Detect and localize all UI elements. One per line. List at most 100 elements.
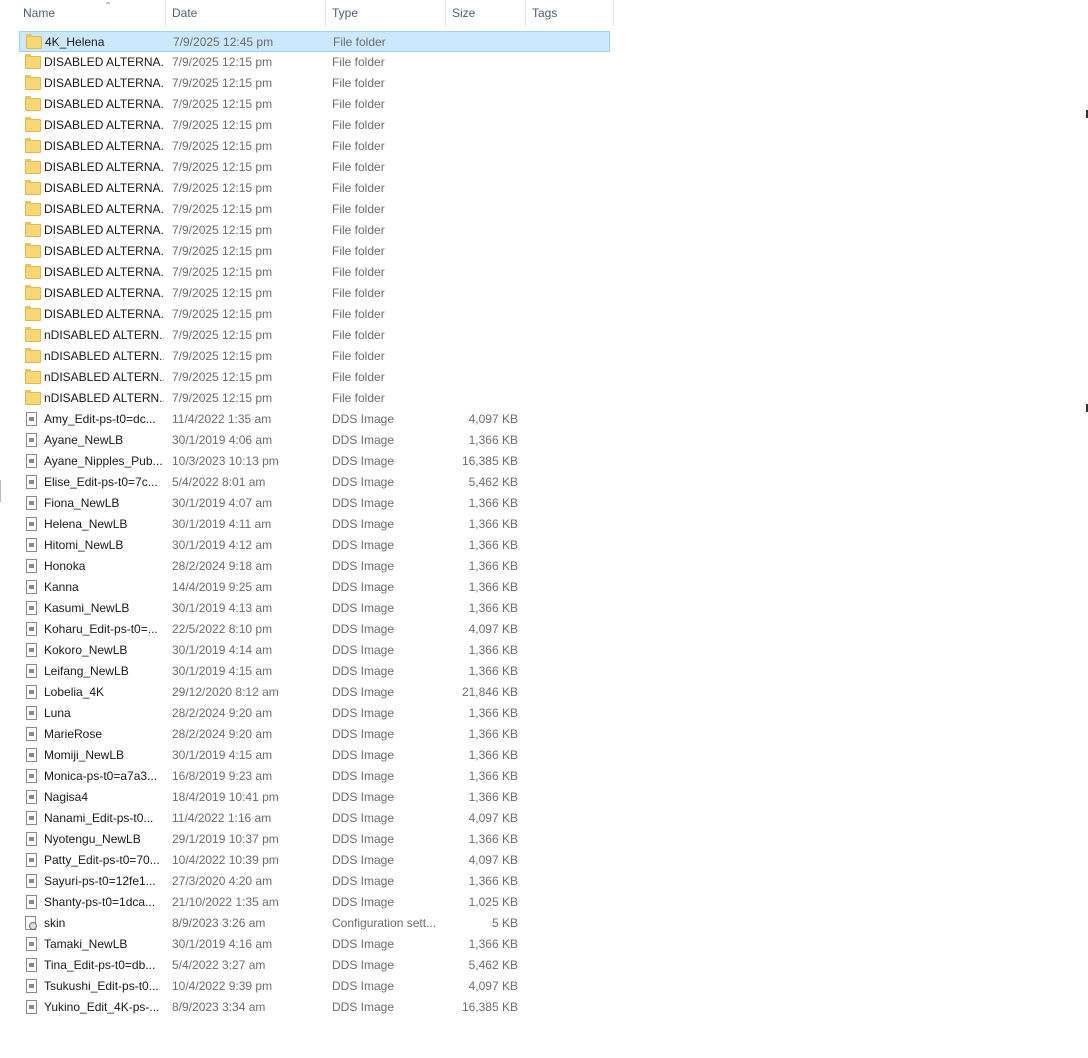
file-size: 1,366 KB	[468, 748, 518, 762]
file-date: 14/4/2019 9:25 am	[172, 580, 273, 594]
file-type: DDS Image	[332, 412, 395, 426]
file-name: Luna	[44, 706, 71, 720]
file-name: Honoka	[44, 559, 86, 573]
file-name: nDISABLED ALTERN...	[44, 391, 164, 405]
file-row[interactable]: Helena_NewLB 30/1/2019 4:11 am DDS Image 1,…	[19, 514, 610, 535]
file-name: skin	[44, 916, 66, 930]
file-row[interactable]: nDISABLED ALTERN... 7/9/2025 12:15 pm File…	[19, 325, 610, 346]
file-row[interactable]: DISABLED ALTERNA... 7/9/2025 12:15 pm File…	[19, 94, 610, 115]
file-row[interactable]: Kanna 14/4/2019 9:25 am DDS Image 1,366 KB	[19, 577, 610, 598]
file-date: 7/9/2025 12:15 pm	[172, 160, 273, 174]
file-row[interactable]: DISABLED ALTERNA... 7/9/2025 12:15 pm File…	[19, 52, 610, 73]
file-name: DISABLED ALTERNA...	[44, 76, 164, 90]
file-name: Kanna	[44, 580, 79, 594]
file-row[interactable]: Momiji_NewLB 30/1/2019 4:15 am DDS Image 1,…	[19, 745, 610, 766]
file-row[interactable]: nDISABLED ALTERN... 7/9/2025 12:15 pm File…	[19, 367, 610, 388]
file-row[interactable]: Leifang_NewLB 30/1/2019 4:15 am DDS Image 1…	[19, 661, 610, 682]
file-icon	[26, 517, 37, 531]
file-row[interactable]: DISABLED ALTERNA... 7/9/2025 12:15 pm File…	[19, 157, 610, 178]
file-date: 7/9/2025 12:15 pm	[172, 307, 273, 321]
file-icon	[26, 643, 37, 657]
column-header-date[interactable]: Date	[166, 0, 326, 26]
file-type: File folder	[332, 244, 385, 258]
file-row[interactable]: Elise_Edit-ps-t0=7c... 5/4/2022 8:01 am DD…	[19, 472, 610, 493]
column-header-name[interactable]: Name ⌃	[17, 0, 166, 26]
file-row[interactable]: DISABLED ALTERNA... 7/9/2025 12:15 pm File…	[19, 304, 610, 325]
file-row[interactable]: Hitomi_NewLB 30/1/2019 4:12 am DDS Image 1,…	[19, 535, 610, 556]
file-type: DDS Image	[332, 559, 395, 573]
file-date: 8/9/2023 3:26 am	[172, 916, 266, 930]
file-row[interactable]: DISABLED ALTERNA... 7/9/2025 12:15 pm File…	[19, 283, 610, 304]
file-row[interactable]: Honoka 28/2/2024 9:18 am DDS Image 1,366 KB	[19, 556, 610, 577]
file-name: Nyotengu_NewLB	[44, 832, 141, 846]
file-row[interactable]: Yukino_Edit_4K-ps-... 8/9/2023 3:34 am DDS…	[19, 997, 610, 1018]
file-name: DISABLED ALTERNA...	[44, 97, 164, 111]
column-header-tags[interactable]: Tags	[526, 0, 614, 26]
folder-icon	[25, 390, 41, 405]
file-type: File folder	[332, 370, 385, 384]
file-row[interactable]: DISABLED ALTERNA... 7/9/2025 12:15 pm File…	[19, 115, 610, 136]
file-type: DDS Image	[332, 748, 395, 762]
file-size	[439, 52, 518, 73]
file-size: 1,366 KB	[468, 559, 518, 573]
column-header-type[interactable]: Type	[326, 0, 446, 26]
file-type: File folder	[332, 349, 385, 363]
file-row[interactable]: skin 8/9/2023 3:26 am Configuration sett..…	[19, 913, 610, 934]
file-type: DDS Image	[332, 853, 395, 867]
file-row[interactable]: Lobelia_4K 29/12/2020 8:12 am DDS Image 21,…	[19, 682, 610, 703]
file-row[interactable]: Amy_Edit-ps-t0=dc... 11/4/2022 1:35 am DDS…	[19, 409, 610, 430]
file-row[interactable]: Tamaki_NewLB 30/1/2019 4:16 am DDS Image 1,…	[19, 934, 610, 955]
file-row[interactable]: Ayane_NewLB 30/1/2019 4:06 am DDS Image 1,3…	[19, 430, 610, 451]
file-row[interactable]: Nanami_Edit-ps-t0... 11/4/2022 1:16 am DDS…	[19, 808, 610, 829]
file-type: File folder	[332, 55, 385, 69]
file-size	[439, 241, 518, 262]
file-row[interactable]: DISABLED ALTERNA... 7/9/2025 12:15 pm File…	[19, 73, 610, 94]
file-row[interactable]: Kokoro_NewLB 30/1/2019 4:14 am DDS Image 1,…	[19, 640, 610, 661]
file-row[interactable]: Patty_Edit-ps-t0=70... 10/4/2022 10:39 pm…	[19, 850, 610, 871]
file-name: 4K_Helena	[45, 35, 105, 49]
file-row[interactable]: nDISABLED ALTERN... 7/9/2025 12:15 pm File…	[19, 346, 610, 367]
file-row[interactable]: Tsukushi_Edit-ps-t0... 10/4/2022 9:39 pm D…	[19, 976, 610, 997]
file-row[interactable]: Tina_Edit-ps-t0=db... 5/4/2022 3:27 am DDS…	[19, 955, 610, 976]
file-row[interactable]: DISABLED ALTERNA... 7/9/2025 12:15 pm File…	[19, 178, 610, 199]
file-row[interactable]: Shanty-ps-t0=1dca... 21/10/2022 1:35 am DD…	[19, 892, 610, 913]
file-row[interactable]: nDISABLED ALTERN... 7/9/2025 12:15 pm File…	[19, 388, 610, 409]
file-row[interactable]: Monica-ps-t0=a7a3... 16/8/2019 9:23 am DDS…	[19, 766, 610, 787]
file-name: DISABLED ALTERNA...	[44, 55, 164, 69]
file-row[interactable]: Fiona_NewLB 30/1/2019 4:07 am DDS Image 1,3…	[19, 493, 610, 514]
file-row[interactable]: 4K_Helena 7/9/2025 12:45 pm File folder	[19, 31, 610, 52]
file-row[interactable]: DISABLED ALTERNA... 7/9/2025 12:15 pm File…	[19, 220, 610, 241]
file-type: File folder	[333, 35, 386, 49]
column-header-date-label: Date	[172, 6, 198, 20]
folder-icon	[25, 285, 41, 300]
file-date: 7/9/2025 12:15 pm	[172, 223, 273, 237]
file-type: DDS Image	[332, 601, 395, 615]
file-row[interactable]: MarieRose 28/2/2024 9:20 am DDS Image 1,366…	[19, 724, 610, 745]
file-row[interactable]: Ayane_Nipples_Pub... 10/3/2023 10:13 pm DD…	[19, 451, 610, 472]
file-row[interactable]: Nyotengu_NewLB 29/1/2019 10:37 pm DDS Imag…	[19, 829, 610, 850]
file-size: 5 KB	[491, 916, 518, 930]
file-type: DDS Image	[332, 685, 395, 699]
file-size: 4,097 KB	[468, 853, 518, 867]
file-row[interactable]: Kasumi_NewLB 30/1/2019 4:13 am DDS Image 1,…	[19, 598, 610, 619]
file-name: Fiona_NewLB	[44, 496, 120, 510]
file-icon	[26, 454, 37, 468]
file-row[interactable]: Sayuri-ps-t0=12fe1... 27/3/2020 4:20 am DD…	[19, 871, 610, 892]
file-row[interactable]: DISABLED ALTERNA... 7/9/2025 12:15 pm File…	[19, 241, 610, 262]
file-name: DISABLED ALTERNA...	[44, 181, 164, 195]
file-name: Amy_Edit-ps-t0=dc...	[44, 412, 156, 426]
file-row[interactable]: DISABLED ALTERNA... 7/9/2025 12:15 pm File…	[19, 199, 610, 220]
file-row[interactable]: Koharu_Edit-ps-t0=... 22/5/2022 8:10 pm DD…	[19, 619, 610, 640]
file-icon	[26, 727, 37, 741]
file-name: DISABLED ALTERNA...	[44, 265, 164, 279]
file-row[interactable]: Nagisa4 18/4/2019 10:41 pm DDS Image 1,366 …	[19, 787, 610, 808]
file-row[interactable]: DISABLED ALTERNA... 7/9/2025 12:15 pm File…	[19, 262, 610, 283]
file-date: 7/9/2025 12:15 pm	[172, 202, 273, 216]
file-type: DDS Image	[332, 895, 395, 909]
column-header-size[interactable]: Size	[446, 0, 526, 26]
file-row[interactable]: DISABLED ALTERNA... 7/9/2025 12:15 pm File…	[19, 136, 610, 157]
file-date: 7/9/2025 12:15 pm	[172, 181, 273, 195]
file-row[interactable]: Luna 28/2/2024 9:20 am DDS Image 1,366 KB	[19, 703, 610, 724]
file-name: Nanami_Edit-ps-t0...	[44, 811, 154, 825]
file-type: DDS Image	[332, 643, 395, 657]
